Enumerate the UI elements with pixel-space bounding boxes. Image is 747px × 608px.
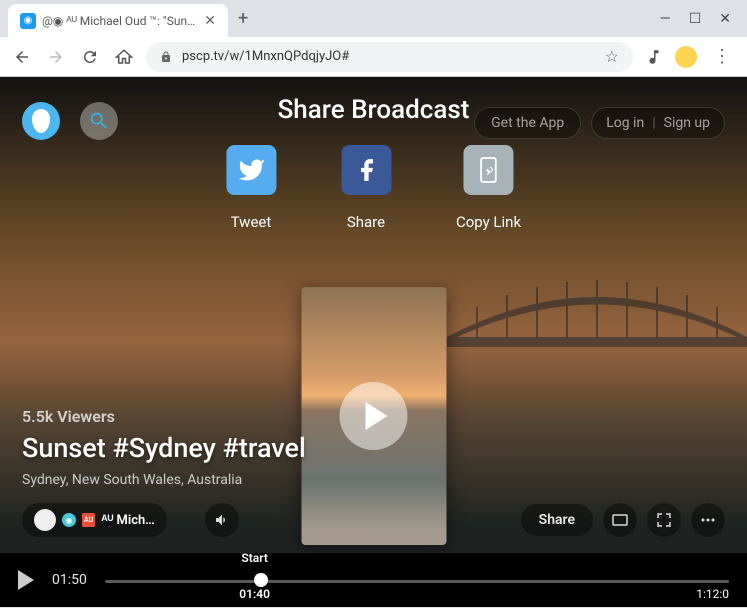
play-button[interactable]	[18, 570, 34, 590]
browser-toolbar: pscp.tv/w/1MnxnQPdqjyJO# ☆ ⋮	[0, 37, 747, 77]
fullscreen-button[interactable]	[647, 503, 681, 537]
broadcast-location: Sydney, New South Wales, Australia	[22, 472, 306, 488]
auth-buttons: Log in | Sign up	[591, 107, 725, 139]
share-button[interactable]: Share	[521, 504, 593, 536]
current-time: 01:50	[52, 572, 87, 588]
scrub-time-label: 01:40	[239, 587, 270, 601]
play-icon	[365, 402, 387, 430]
login-button[interactable]: Log in	[606, 115, 644, 131]
scrub-handle[interactable]	[254, 573, 268, 587]
timeline-track	[105, 580, 729, 583]
facebook-share-option[interactable]: Share	[341, 145, 391, 231]
auth-divider: |	[652, 115, 655, 131]
verified-badge-icon: ◉	[62, 513, 76, 527]
theatre-mode-button[interactable]	[603, 503, 637, 537]
volume-button[interactable]	[205, 503, 239, 537]
bridge-silhouette	[447, 277, 747, 357]
scrub-start-label: Start	[241, 551, 267, 565]
minimize-button[interactable]: —	[660, 11, 671, 27]
browser-tab-strip: ◉ @◉ ᴬᵁ Michael Oud ™: "Sunset # ✕ + — ☐…	[0, 0, 747, 37]
reload-button[interactable]	[78, 45, 102, 69]
tweet-option[interactable]: Tweet	[226, 145, 276, 231]
close-tab-icon[interactable]: ✕	[204, 13, 216, 29]
broadcast-title: Sunset #Sydney #travel	[22, 432, 306, 464]
extension-icon[interactable]	[675, 46, 697, 68]
facebook-share-label: Share	[347, 213, 385, 231]
bottom-right-controls: Share	[521, 503, 725, 537]
address-bar[interactable]: pscp.tv/w/1MnxnQPdqjyJO# ☆	[146, 42, 633, 72]
cast-extension-icon[interactable]	[643, 46, 665, 68]
play-icon	[18, 570, 34, 590]
get-app-button[interactable]: Get the App	[474, 107, 581, 139]
tweet-label: Tweet	[231, 213, 272, 231]
page-content: Get the App Log in | Sign up Share Broad…	[0, 77, 747, 607]
browser-tab[interactable]: ◉ @◉ ᴬᵁ Michael Oud ™: "Sunset # ✕	[8, 4, 228, 38]
tab-title: @◉ ᴬᵁ Michael Oud ™: "Sunset #	[42, 14, 198, 28]
forward-button[interactable]	[44, 45, 68, 69]
lock-icon	[160, 50, 172, 64]
country-badge: AU	[82, 513, 95, 527]
bookmark-star-icon[interactable]: ☆	[605, 47, 619, 66]
copy-link-label: Copy Link	[456, 213, 521, 231]
twitter-icon	[226, 145, 276, 195]
broadcaster-avatar	[34, 509, 56, 531]
new-tab-button[interactable]: +	[238, 8, 248, 29]
broadcaster-chip[interactable]: ◉ AU ᴬᵁ Mich…	[22, 503, 167, 537]
periscope-logo[interactable]	[22, 102, 60, 140]
signup-button[interactable]: Sign up	[664, 115, 710, 131]
facebook-icon	[341, 145, 391, 195]
window-controls: — ☐ ✕	[660, 11, 747, 27]
copy-link-option[interactable]: Copy Link	[456, 145, 521, 231]
browser-menu-icon[interactable]: ⋮	[707, 48, 737, 66]
more-options-button[interactable]	[691, 503, 725, 537]
home-button[interactable]	[112, 45, 136, 69]
video-preview-card[interactable]	[301, 287, 446, 545]
maximize-button[interactable]: ☐	[689, 11, 702, 27]
search-button[interactable]	[80, 102, 118, 140]
back-button[interactable]	[10, 45, 34, 69]
url-text: pscp.tv/w/1MnxnQPdqjyJO#	[182, 49, 349, 64]
timeline-scrubber[interactable]: Start 01:40 1:12:0	[105, 565, 729, 595]
close-window-button[interactable]: ✕	[719, 11, 731, 27]
broadcaster-name: ᴬᵁ Mich…	[101, 512, 154, 528]
player-bar: 01:50 Start 01:40 1:12:0	[0, 553, 747, 607]
share-options: Tweet Share Copy Link	[226, 145, 521, 231]
link-icon	[464, 145, 514, 195]
broadcast-info: 5.5k Viewers Sunset #Sydney #travel Sydn…	[22, 407, 306, 488]
share-modal-title: Share Broadcast	[278, 95, 470, 125]
timeline-end-label: 1:12:0	[696, 587, 729, 601]
viewer-count: 5.5k Viewers	[22, 407, 306, 426]
periscope-favicon: ◉	[20, 13, 36, 29]
play-button-overlay[interactable]	[340, 382, 408, 450]
